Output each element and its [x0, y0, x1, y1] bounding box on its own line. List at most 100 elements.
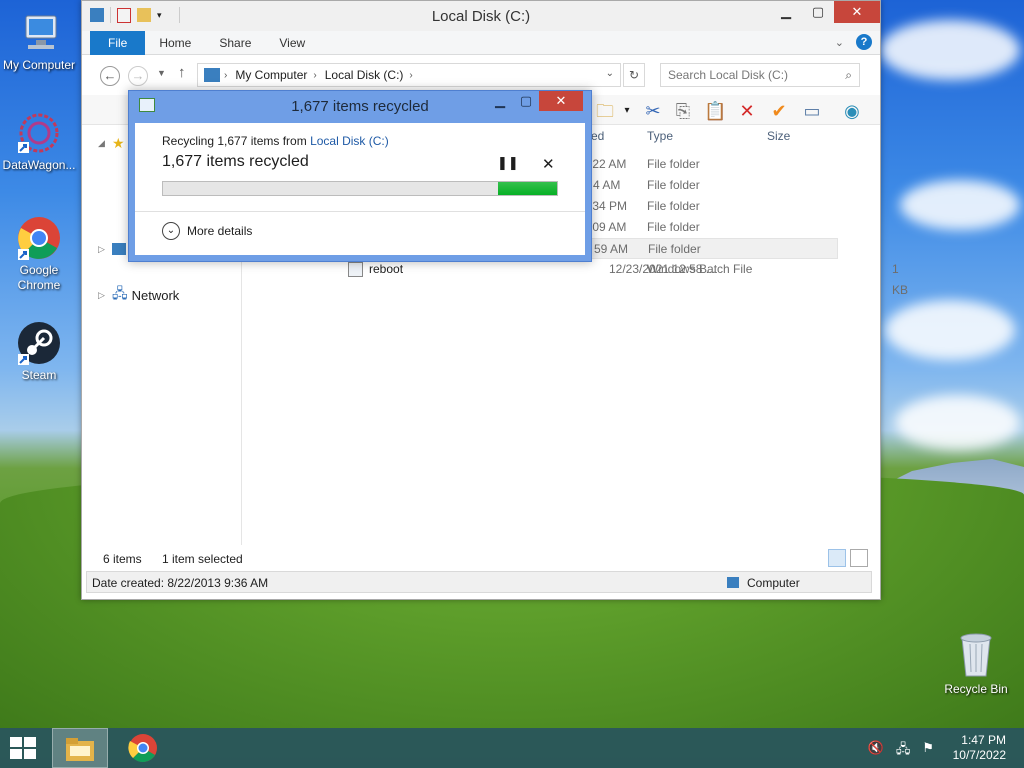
- recycling-description: Recycling 1,677 items from Local Disk (C…: [162, 134, 389, 148]
- computer-icon: [16, 10, 62, 56]
- breadcrumb-separator[interactable]: ›: [409, 70, 412, 81]
- expand-caret-icon[interactable]: ▷: [98, 290, 108, 301]
- network-icon: 🖧: [112, 285, 128, 301]
- desktop-icon-label: Google Chrome: [17, 263, 61, 292]
- chrome-icon: [16, 215, 62, 261]
- dialog-titlebar[interactable]: 1,677 items recycled ▁ ▢ ✕: [129, 91, 591, 121]
- more-details-button[interactable]: ⌄ More details: [162, 222, 252, 240]
- up-arrow-icon[interactable]: ↑: [178, 64, 186, 81]
- refresh-button[interactable]: ↻: [623, 63, 645, 87]
- recycle-status: 1,677 items recycled: [162, 153, 309, 170]
- steam-icon: [16, 320, 62, 366]
- search-input[interactable]: Search Local Disk (C:) ⌕: [660, 63, 860, 87]
- rename-icon[interactable]: ▭: [801, 100, 823, 122]
- forward-button[interactable]: →: [128, 66, 148, 86]
- dialog-minimize-button[interactable]: ▁: [487, 91, 513, 111]
- file-type: Windows Batch File: [647, 262, 753, 276]
- desktop-icon-label: Steam: [21, 368, 57, 382]
- ribbon-help-area: ⌄ ?: [835, 34, 872, 50]
- cut-icon[interactable]: ✂: [642, 100, 664, 122]
- desktop-icon-label: DataWagon...: [2, 158, 76, 172]
- large-icons-view-icon[interactable]: [850, 549, 868, 567]
- desktop-icon-steam[interactable]: Steam: [0, 320, 78, 383]
- address-dropdown-icon[interactable]: ⌄: [606, 68, 614, 79]
- dialog-close-button[interactable]: ✕: [539, 91, 583, 111]
- column-size[interactable]: Size: [767, 129, 790, 143]
- source-location-link[interactable]: Local Disk (C:): [310, 134, 389, 148]
- computer-small-icon: [112, 243, 126, 255]
- search-icon: ⌕: [845, 68, 852, 82]
- chrome-icon: [128, 734, 157, 763]
- file-type: File folder: [647, 199, 700, 213]
- expand-ribbon-icon[interactable]: ⌄: [835, 36, 844, 49]
- back-button[interactable]: ←: [100, 66, 120, 86]
- breadcrumb-my-computer[interactable]: My Computer: [235, 68, 307, 82]
- help-icon[interactable]: ?: [856, 34, 872, 50]
- date-created: Date created: 8/22/2013 9:36 AM: [92, 576, 269, 590]
- taskbar-chrome[interactable]: [115, 728, 171, 768]
- tab-view[interactable]: View: [265, 31, 319, 55]
- recycling-prefix: Recycling 1,677 items from: [162, 134, 311, 148]
- action-center-icon[interactable]: ⚑: [922, 740, 934, 762]
- checkmark-icon[interactable]: ✔: [768, 100, 790, 122]
- paste-icon[interactable]: 📋: [704, 100, 726, 122]
- datawagon-icon: [16, 110, 62, 156]
- folder-options-icon[interactable]: 🗀: [594, 100, 616, 122]
- star-icon: ★: [112, 135, 125, 151]
- clock[interactable]: 1:47 PM 10/7/2022: [953, 733, 1006, 763]
- file-type: File folder: [647, 220, 700, 234]
- details-view-icon[interactable]: [828, 549, 846, 567]
- file-row[interactable]: reboot 12/23/2021 12:58 ... Windows Batc…: [244, 259, 908, 297]
- file-type: File folder: [647, 178, 700, 192]
- close-button[interactable]: ✕: [834, 1, 880, 23]
- desktop-icon-my-computer[interactable]: My Computer: [0, 10, 78, 73]
- start-button[interactable]: [10, 737, 38, 761]
- window-titlebar[interactable]: ▾ Local Disk (C:) ▁ ▢ ✕: [82, 1, 880, 31]
- dialog-maximize-button[interactable]: ▢: [513, 91, 539, 111]
- desktop-icon-datawagon[interactable]: DataWagon...: [0, 110, 78, 173]
- volume-muted-icon[interactable]: 🔇: [868, 740, 884, 762]
- globe-icon[interactable]: ◉: [841, 100, 863, 122]
- taskbar-file-explorer[interactable]: [52, 728, 108, 768]
- breadcrumb-separator[interactable]: ›: [313, 70, 316, 81]
- address-row: ← → ▼ ↑ › My Computer › Local Disk (C:) …: [82, 55, 880, 95]
- delete-icon[interactable]: ✕: [736, 100, 758, 122]
- collapse-caret-icon[interactable]: ◢: [98, 138, 108, 149]
- system-tray: 🔇 🖧 ⚑: [868, 740, 934, 762]
- address-bar[interactable]: › My Computer › Local Disk (C:) › ⌄: [197, 63, 621, 87]
- recycle-bin-label: Recycle Bin: [944, 682, 1008, 696]
- nav-computer[interactable]: ▷: [98, 243, 126, 255]
- nav-network[interactable]: ▷ 🖧 Network: [98, 283, 179, 307]
- chevron-down-icon: ⌄: [162, 222, 180, 240]
- file-date: 4 AM: [593, 178, 621, 192]
- tab-file[interactable]: File: [90, 30, 146, 55]
- dialog-body: Recycling 1,677 items from Local Disk (C…: [135, 123, 585, 255]
- breadcrumb-separator[interactable]: ›: [224, 70, 227, 81]
- column-date[interactable]: ed: [591, 129, 604, 143]
- pause-button[interactable]: ❚❚: [497, 155, 519, 171]
- minimize-button[interactable]: ▁: [770, 1, 802, 23]
- desktop-icon-google-chrome[interactable]: Google Chrome: [0, 215, 78, 293]
- progress-bar: [162, 181, 558, 196]
- maximize-button[interactable]: ▢: [802, 1, 834, 23]
- recent-locations-icon[interactable]: ▼: [157, 68, 166, 78]
- expand-caret-icon[interactable]: ▷: [98, 244, 108, 255]
- cloud: [880, 20, 1020, 80]
- cancel-operation-button[interactable]: ✕: [542, 155, 555, 173]
- tab-share[interactable]: Share: [205, 31, 265, 55]
- recycle-bin-icon: [956, 630, 996, 678]
- network-status-icon[interactable]: 🖧: [896, 740, 911, 762]
- breadcrumb-local-disk[interactable]: Local Disk (C:): [325, 68, 404, 82]
- status-bar: 6 items 1 item selected: [82, 547, 880, 569]
- dropdown-icon[interactable]: ▾: [616, 100, 638, 122]
- window-controls: ▁ ▢ ✕: [770, 1, 880, 23]
- nav-favorites[interactable]: ◢ ★: [98, 135, 125, 152]
- copy-icon[interactable]: ⎘: [672, 100, 694, 122]
- desktop-icon-recycle-bin[interactable]: Recycle Bin: [938, 630, 1014, 696]
- tab-home[interactable]: Home: [145, 31, 205, 55]
- recycle-progress-dialog: 1,677 items recycled ▁ ▢ ✕ Recycling 1,6…: [128, 90, 592, 262]
- selection-count: 1 item selected: [162, 552, 243, 566]
- column-type[interactable]: Type: [647, 129, 673, 143]
- search-placeholder: Search Local Disk (C:): [668, 68, 789, 82]
- dialog-window-controls: ▁ ▢ ✕: [487, 91, 583, 111]
